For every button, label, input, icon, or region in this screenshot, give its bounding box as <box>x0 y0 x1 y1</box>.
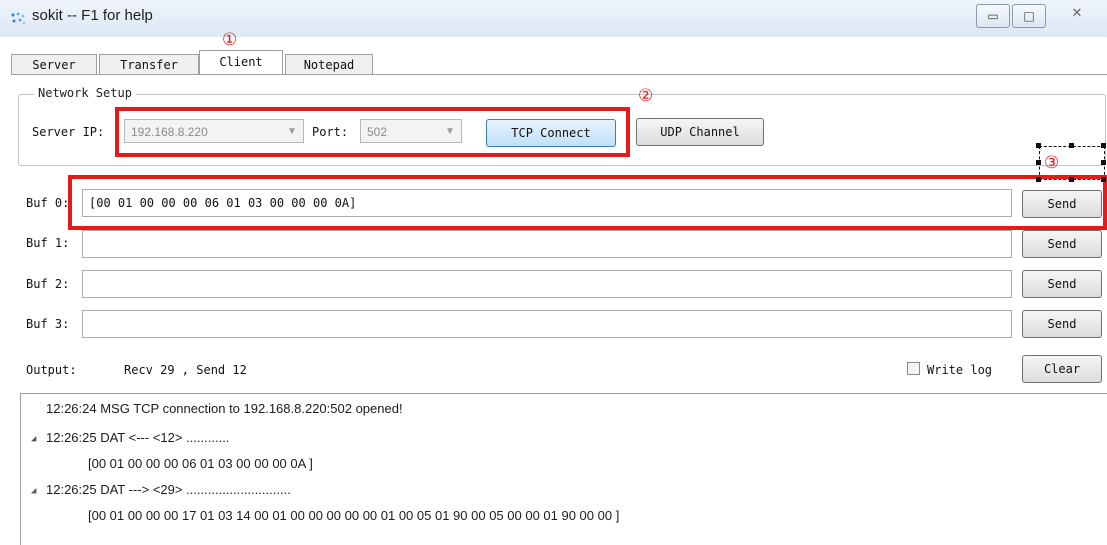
minimize-button[interactable]: ▭ <box>976 4 1010 28</box>
collapse-triangle-icon[interactable]: ◢ <box>31 434 36 444</box>
tab-client[interactable]: Client <box>199 50 283 75</box>
buf1-input[interactable] <box>82 230 1012 258</box>
selection-handle <box>1069 177 1074 182</box>
maximize-button[interactable]: □ <box>1012 4 1046 28</box>
title-bar <box>0 0 1107 37</box>
log-line: 12:26:25 DAT <--- <12> ............ <box>46 430 230 445</box>
log-line: [00 01 00 00 00 17 01 03 14 00 01 00 00 … <box>88 508 620 523</box>
output-stats: Recv 29 , Send 12 <box>124 363 247 377</box>
selection-handle <box>1101 143 1106 148</box>
close-icon: ✕ <box>1071 6 1083 21</box>
log-line: 12:26:24 MSG TCP connection to 192.168.8… <box>46 401 403 416</box>
tab-notepad[interactable]: Notepad <box>285 54 373 75</box>
app-icon <box>11 12 26 25</box>
log-line: [00 01 00 00 00 06 01 03 00 00 00 0A ] <box>88 456 313 471</box>
window-controls: ▭ □ ✕ <box>976 4 1100 28</box>
close-button[interactable]: ✕ <box>1062 6 1092 26</box>
write-log-label: Write log <box>927 363 993 377</box>
selection-handle <box>1036 143 1041 148</box>
tab-server[interactable]: Server <box>11 54 97 75</box>
tab-transfer[interactable]: Transfer <box>99 54 199 75</box>
buf1-label: Buf 1: <box>26 236 70 250</box>
buf3-input[interactable] <box>82 310 1012 338</box>
selection-handle <box>1101 160 1106 165</box>
server-ip-label: Server IP: <box>32 125 105 139</box>
minimize-icon: ▭ <box>987 9 999 23</box>
buf2-label: Buf 2: <box>26 277 70 291</box>
selection-handle <box>1069 143 1074 148</box>
selection-handle <box>1101 177 1106 182</box>
buf1-send-button[interactable]: Send <box>1022 230 1102 258</box>
annotation-marker-2: ② <box>638 86 654 106</box>
buf3-label: Buf 3: <box>26 317 70 331</box>
maximize-icon: □ <box>1023 9 1035 23</box>
log-line: 12:26:25 DAT ---> <29> .................… <box>46 482 291 497</box>
output-label: Output: <box>26 363 77 377</box>
buf2-input[interactable] <box>82 270 1012 298</box>
selection-handle <box>1036 177 1041 182</box>
annotation-box-3 <box>68 175 1107 230</box>
selection-handle <box>1036 160 1041 165</box>
collapse-triangle-icon[interactable]: ◢ <box>31 486 36 496</box>
window-title: sokit -- F1 for help <box>32 7 153 24</box>
buf0-label: Buf 0: <box>26 196 70 210</box>
annotation-marker-3: ③ <box>1044 153 1060 173</box>
clear-button[interactable]: Clear <box>1022 355 1102 383</box>
buf3-send-button[interactable]: Send <box>1022 310 1102 338</box>
buf2-send-button[interactable]: Send <box>1022 270 1102 298</box>
udp-channel-button[interactable]: UDP Channel <box>636 118 764 146</box>
annotation-box-2 <box>115 107 630 157</box>
network-setup-label: Network Setup <box>34 86 136 100</box>
annotation-marker-1: ① <box>222 30 238 50</box>
tab-divider <box>12 74 1107 75</box>
write-log-checkbox[interactable] <box>907 362 920 375</box>
